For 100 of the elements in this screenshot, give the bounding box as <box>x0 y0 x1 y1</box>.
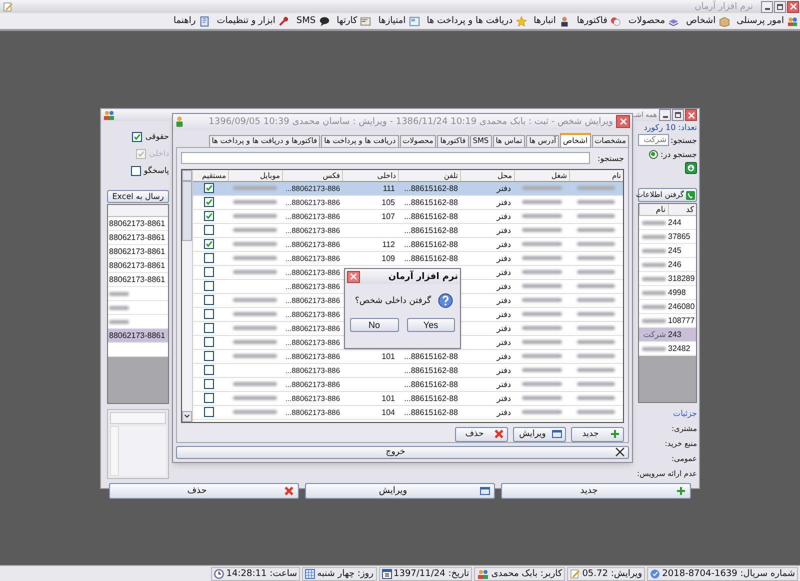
action-button[interactable]: ویرایش <box>513 426 566 442</box>
checkbox[interactable] <box>204 253 214 264</box>
column-header[interactable]: نام <box>639 204 668 215</box>
column-header[interactable]: کد <box>668 204 696 215</box>
table-row[interactable]: 318289 <box>639 272 696 286</box>
table-cell-text: دفتر <box>495 252 512 264</box>
blurred-text <box>522 298 562 302</box>
table-row[interactable]: 88062173-8861 <box>108 259 168 273</box>
blurred-text <box>522 340 562 344</box>
window-icon <box>552 429 562 440</box>
checkbox[interactable] <box>204 295 214 306</box>
maximize-button[interactable] <box>774 0 786 12</box>
blurred-text <box>522 396 562 400</box>
menu-item[interactable]: SMS <box>296 14 316 28</box>
dialog-button[interactable]: No <box>350 318 398 332</box>
menu-item[interactable]: کارتها <box>336 14 358 28</box>
search-field[interactable] <box>181 152 590 164</box>
blurred-text <box>577 410 615 414</box>
close-icon <box>620 118 626 126</box>
menu-item[interactable]: اشخاص <box>686 14 716 28</box>
input-field[interactable] <box>110 412 166 424</box>
checkbox[interactable] <box>204 365 214 376</box>
action-button[interactable]: جدید <box>501 483 691 499</box>
plus-icon <box>676 486 686 496</box>
action-button[interactable]: حذف <box>455 426 508 442</box>
blurred-text <box>233 228 277 232</box>
table-row[interactable]: 88062173-8861 <box>108 231 168 245</box>
globe-icon <box>650 568 660 578</box>
table-row[interactable]: 88062173-8861 <box>108 217 168 231</box>
checkbox[interactable] <box>204 379 214 390</box>
checkbox[interactable] <box>204 281 214 292</box>
table-row[interactable]: 37865 <box>639 230 696 244</box>
radio-button[interactable] <box>648 150 658 158</box>
table-cell-text: 101 <box>380 392 396 404</box>
status-text: ویرایش: 05.72 <box>582 568 642 580</box>
close-button[interactable] <box>616 115 630 128</box>
blurred-text <box>577 354 615 358</box>
close-button[interactable] <box>347 270 360 282</box>
checkbox[interactable] <box>204 407 214 418</box>
maximize-button[interactable] <box>672 109 684 121</box>
blurred-text <box>642 304 666 308</box>
table-row[interactable]: 32482 <box>639 342 696 356</box>
table-cell-text: ...88615162-88 <box>403 238 459 250</box>
blurred-text <box>522 242 562 246</box>
minimize-button[interactable] <box>659 109 671 121</box>
checkbox[interactable] <box>204 267 214 278</box>
menu-item[interactable]: ابزار و تنظیمات <box>216 14 276 28</box>
checkbox[interactable] <box>204 225 214 236</box>
table-cell-text: 4998 <box>667 287 687 298</box>
table-row[interactable]: 245 <box>639 244 696 258</box>
search-field[interactable]: شرکت <box>638 134 668 146</box>
table-row[interactable]: 4998 <box>639 286 696 300</box>
menu-item[interactable]: محصولات <box>628 14 666 28</box>
checkbox[interactable] <box>204 393 214 404</box>
checkbox[interactable] <box>132 132 142 142</box>
table-row[interactable]: 88062173-8861 <box>108 245 168 259</box>
checkbox[interactable] <box>204 239 214 250</box>
menu-item[interactable]: دریافت ها و پرداخت ها <box>426 14 513 28</box>
minimize-button[interactable] <box>761 0 773 12</box>
search-label: جستجو: <box>670 134 697 146</box>
menu-item[interactable]: راهنما <box>173 14 196 28</box>
table-row[interactable]: 246 <box>639 258 696 272</box>
blurred-text <box>233 340 277 344</box>
table-cell-text: دفتر <box>495 308 512 320</box>
excel-button[interactable]: رسال به Excel <box>107 190 169 203</box>
menu-item[interactable]: انبارها <box>534 14 556 28</box>
checkbox[interactable] <box>204 351 214 362</box>
table-row[interactable]: 244 <box>639 216 696 230</box>
checkbox[interactable] <box>204 309 214 320</box>
checkbox[interactable] <box>204 183 214 194</box>
menu-item[interactable]: فاکتورها <box>576 14 608 28</box>
action-button[interactable]: حذف <box>109 483 299 499</box>
scroll-bar[interactable] <box>182 170 193 422</box>
table-row[interactable]: 88062173-8861 <box>108 273 168 287</box>
menu-item[interactable]: امتیازها <box>378 14 406 28</box>
dialog-button[interactable]: Yes <box>406 318 455 332</box>
close-button[interactable] <box>685 109 697 121</box>
menu-item[interactable]: امور پرسنلی <box>736 14 784 28</box>
table-cell-text: ...88615162-88 <box>403 392 459 404</box>
exit-button[interactable]: خروج <box>176 446 629 459</box>
checkbox[interactable] <box>204 323 214 334</box>
table-cell-text: دفتر <box>495 322 512 334</box>
discs-icon <box>610 16 622 26</box>
checkbox[interactable] <box>204 197 214 208</box>
checkbox[interactable] <box>204 211 214 222</box>
close-button[interactable] <box>787 0 799 12</box>
blurred-text <box>577 228 615 232</box>
table-row[interactable]: 108777 <box>639 314 696 328</box>
clock-icon <box>214 568 224 578</box>
scroll-bar[interactable] <box>110 426 119 476</box>
table-row[interactable]: 88062173-8861 <box>108 329 168 343</box>
checkbox[interactable] <box>130 166 141 176</box>
action-button[interactable]: ویرایش <box>305 483 495 499</box>
action-button[interactable]: جدید <box>571 426 624 442</box>
go-button[interactable] <box>685 162 697 174</box>
table-cell: 246080 <box>667 301 696 312</box>
table-row[interactable]: 246080 <box>639 300 696 314</box>
checkbox[interactable] <box>204 337 214 348</box>
calendar-grid-icon <box>305 568 316 578</box>
status-text: ساعت: 14:28:11 <box>226 568 298 580</box>
